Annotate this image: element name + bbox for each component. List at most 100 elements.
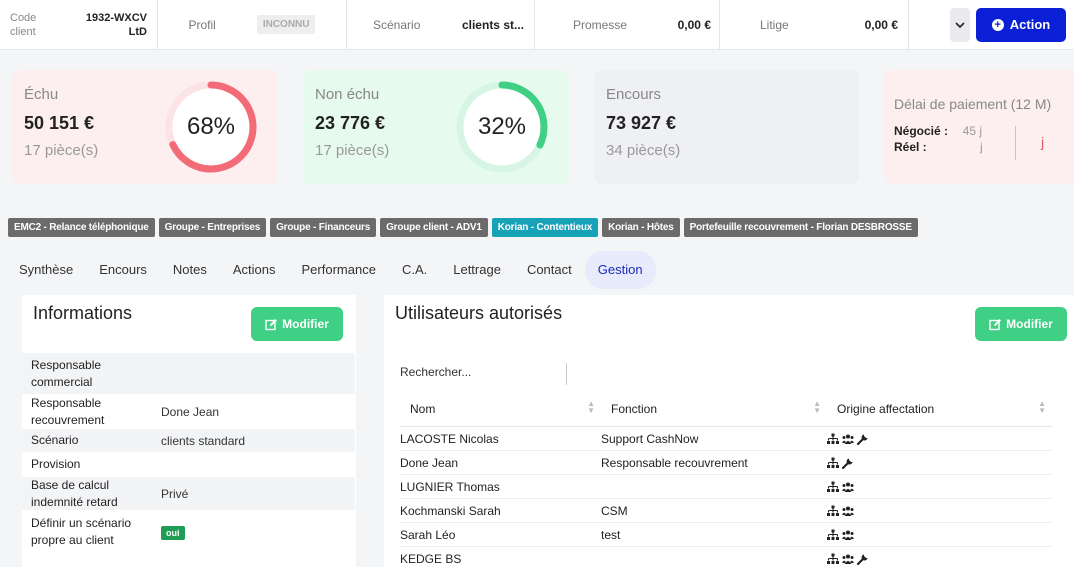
delai-negocie-value: 45 j	[962, 124, 982, 138]
user-fonction-cell: test	[601, 527, 621, 542]
tab-bar: Synthèse Encours Notes Actions Performance C.…	[6, 251, 656, 289]
user-origine-cell	[827, 529, 854, 541]
table-row[interactable]: LUGNIER Thomas	[400, 475, 1052, 499]
user-name-cell: Done Jean	[400, 455, 459, 470]
hierarchy-icon	[827, 529, 839, 540]
info-row: Scénario clients standard	[22, 429, 355, 453]
info-value	[152, 371, 170, 377]
info-value: Privé	[161, 486, 189, 501]
client-code-value: 1932-WXCV LtD	[85, 11, 147, 38]
profil-label: Profil	[188, 17, 216, 32]
informations-title: Informations	[33, 303, 133, 323]
scenario-label: Scénario	[373, 17, 421, 32]
hierarchy-icon	[827, 457, 839, 468]
table-row[interactable]: Done Jean Responsable recouvrement	[400, 451, 1052, 475]
table-row[interactable]: KEDGE BS	[400, 547, 1052, 567]
user-origine-cell	[827, 457, 854, 469]
expand-button[interactable]	[950, 7, 970, 42]
profil-cell: Profil INCONNU	[158, 0, 347, 49]
hierarchy-icon	[827, 553, 839, 564]
table-row[interactable]: Kochmanski Sarah CSM	[400, 499, 1052, 523]
user-origine-cell	[827, 553, 869, 565]
tab-notes[interactable]: Notes	[160, 251, 220, 289]
scenario-value: clients st...	[461, 17, 524, 32]
action-button[interactable]: + Action	[976, 7, 1066, 42]
user-origine-cell	[827, 505, 854, 517]
tag-item[interactable]: Groupe client - ADV1	[380, 218, 488, 237]
action-button-label: Action	[1009, 17, 1051, 32]
info-label: Responsable recouvrement	[31, 395, 105, 427]
info-label: Définir un scénario propre au client	[31, 515, 132, 547]
users-table-body: LACOSTE Nicolas Support CashNow Done Jean R…	[400, 427, 1052, 567]
tab-ca[interactable]: C.A.	[389, 251, 440, 289]
tab-performance[interactable]: Performance	[289, 251, 389, 289]
tag-list: EMC2 - Relance téléphonique Groupe - Entr…	[8, 218, 918, 237]
delai-j-value: j	[1041, 134, 1045, 150]
user-fonction-cell: CSM	[601, 503, 628, 518]
client-code-label: Code client	[10, 11, 37, 38]
wrench-icon	[842, 458, 853, 469]
info-label: Base de calcul indemnité retard	[31, 477, 118, 509]
hierarchy-icon	[827, 433, 839, 444]
chevron-down-icon	[955, 21, 965, 28]
tab-gestion[interactable]: Gestion	[584, 251, 656, 289]
user-origine-cell	[827, 481, 854, 493]
search-separator	[566, 363, 567, 385]
wrench-icon	[857, 434, 868, 445]
user-origine-cell	[827, 433, 869, 445]
litige-cell: Litige 0,00 €	[720, 0, 909, 49]
tag-item[interactable]: Korian - Contentieux	[491, 218, 599, 237]
tag-item[interactable]: Groupe - Entreprises	[158, 218, 267, 237]
tab-lettrage[interactable]: Lettrage	[440, 251, 514, 289]
table-row[interactable]: Sarah Léo test	[400, 523, 1052, 547]
kpi-encours-pieces: 34 pièce(s)	[606, 142, 681, 159]
table-row[interactable]: LACOSTE Nicolas Support CashNow	[400, 427, 1052, 451]
user-name-cell: Kochmanski Sarah	[400, 503, 501, 518]
users-modify-button[interactable]: Modifier	[975, 307, 1067, 341]
info-value: clients standard	[161, 433, 246, 448]
delai-reel-label: Réel :	[894, 140, 927, 154]
scenario-cell: Scénario clients st...	[347, 0, 535, 49]
client-code-cell: Code client 1932-WXCV LtD	[0, 0, 158, 49]
informations-modify-button[interactable]: Modifier	[251, 307, 343, 341]
column-header-origine[interactable]: Origine affectation ▲ ▼	[827, 398, 1052, 416]
info-label: Scénario	[31, 433, 79, 447]
kpi-non-echu-donut: 32%	[455, 80, 549, 174]
hierarchy-icon	[827, 505, 839, 516]
kpi-delai-card: Délai de paiement (12 M) Négocié : 45 j …	[884, 70, 1074, 184]
promesse-label: Promesse	[573, 17, 628, 32]
user-fonction-cell: Support CashNow	[601, 431, 699, 446]
kpi-encours-card: Encours 73 927 € 34 pièce(s)	[594, 70, 859, 184]
kpi-echu-card: Échu 50 151 € 17 pièce(s) 68%	[12, 70, 278, 184]
kpi-echu-donut: 68%	[164, 80, 258, 174]
kpi-non-echu-card: Non échu 23 776 € 17 pièce(s) 32%	[303, 70, 569, 184]
info-value: oui	[152, 522, 194, 542]
info-row: Responsable recouvrement Done Jean	[22, 395, 355, 429]
profil-badge: INCONNU	[256, 15, 316, 34]
tab-encours[interactable]: Encours	[86, 251, 160, 289]
kpi-delai-title: Délai de paiement (12 M)	[894, 96, 1052, 112]
sort-icon: ▲ ▼	[813, 398, 821, 415]
info-value: Done Jean	[161, 404, 220, 419]
info-row: Base de calcul indemnité retard Privé	[22, 477, 355, 511]
tag-item[interactable]: Portefeuille recouvrement - Florian DESB…	[683, 218, 918, 237]
tag-item[interactable]: Korian - Hôtes	[602, 218, 680, 237]
sort-icon: ▲ ▼	[1038, 398, 1046, 415]
tag-item[interactable]: Groupe - Financeurs	[270, 218, 377, 237]
plus-circle-icon: +	[991, 18, 1004, 31]
group-icon	[842, 482, 854, 492]
tab-synthse[interactable]: Synthèse	[6, 251, 86, 289]
topbar-actions: + Action	[909, 0, 1074, 49]
column-header-fonction[interactable]: Fonction ▲ ▼	[601, 398, 827, 416]
promesse-value: 0,00 €	[677, 17, 711, 32]
kpi-encours-title: Encours	[606, 86, 662, 103]
tab-contact[interactable]: Contact	[514, 251, 585, 289]
tab-actions[interactable]: Actions	[220, 251, 289, 289]
top-bar: Code client 1932-WXCV LtD Profil INCONNU…	[0, 0, 1074, 50]
user-name-cell: LACOSTE Nicolas	[400, 431, 499, 446]
users-search-input[interactable]: Rechercher...	[400, 365, 471, 379]
tag-item[interactable]: EMC2 - Relance téléphonique	[8, 218, 155, 237]
column-header-nom[interactable]: Nom ▲ ▼	[400, 399, 601, 416]
promesse-cell: Promesse 0,00 €	[535, 0, 720, 49]
kpi-echu-percent: 68%	[186, 113, 236, 140]
